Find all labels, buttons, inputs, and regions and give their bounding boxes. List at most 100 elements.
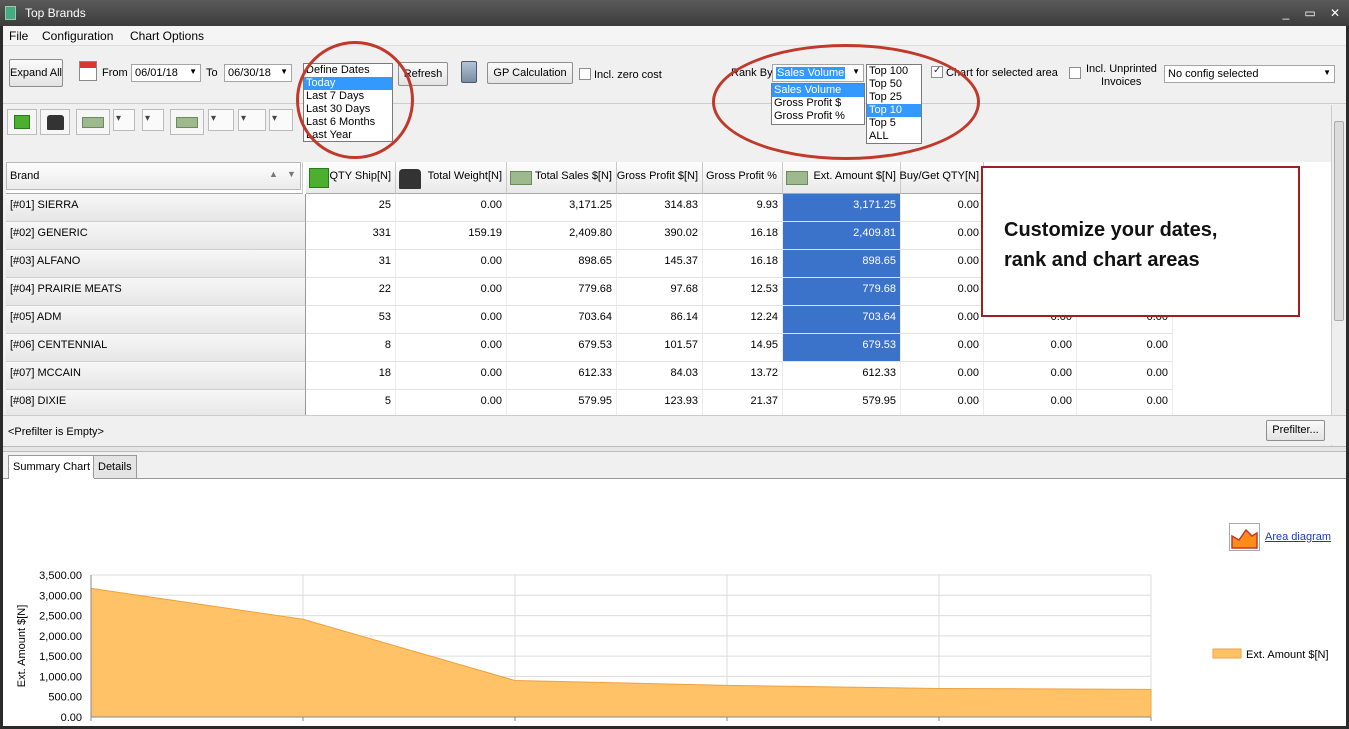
grid-filter-combo-2[interactable]: ▾ <box>142 109 164 131</box>
grid-cell[interactable]: 14.95 <box>703 334 783 362</box>
grid-cell[interactable]: 0.00 <box>396 250 507 278</box>
maximize-button[interactable]: ▭ <box>1300 5 1320 21</box>
tab-summary-chart[interactable]: Summary Chart <box>8 455 96 480</box>
grid-cell[interactable]: 8 <box>306 334 396 362</box>
grid-cell[interactable]: 0.00 <box>984 334 1077 362</box>
grid-cell[interactable]: 3,171.25 <box>783 194 901 222</box>
grid-scrollbar[interactable] <box>1331 105 1346 447</box>
grid-cell[interactable]: 779.68 <box>783 278 901 306</box>
grid-cell[interactable]: 86.14 <box>617 306 703 334</box>
grid-cell[interactable]: 9.93 <box>703 194 783 222</box>
grid-cell[interactable]: 2,409.80 <box>507 222 617 250</box>
grid-cell[interactable]: 779.68 <box>507 278 617 306</box>
expand-all-button[interactable]: Expand All <box>9 59 63 87</box>
sort-asc-icon[interactable]: ▲ <box>269 169 278 179</box>
minimize-button[interactable]: _ <box>1276 5 1296 21</box>
grid-cell[interactable]: 0.00 <box>396 194 507 222</box>
ext-header[interactable]: Ext. Amount $[N] <box>783 162 901 194</box>
incl-zero-cost-checkbox[interactable] <box>579 68 591 80</box>
incl-unprinted-checkbox[interactable] <box>1069 67 1081 79</box>
row-header[interactable]: [#07] MCCAIN <box>6 362 306 390</box>
weight-header[interactable]: Total Weight[N] <box>396 162 507 194</box>
grid-cell[interactable]: 123.93 <box>617 390 703 418</box>
grid-cell[interactable]: 12.24 <box>703 306 783 334</box>
grid-filter-combo-1[interactable]: ▾ <box>113 109 135 131</box>
grid-cell[interactable]: 703.64 <box>507 306 617 334</box>
tab-details[interactable]: Details <box>93 455 137 478</box>
grid-cell[interactable]: 0.00 <box>984 390 1077 418</box>
grid-cell[interactable]: 679.53 <box>783 334 901 362</box>
grid-cell[interactable]: 0.00 <box>901 334 984 362</box>
grid-cell[interactable]: 84.03 <box>617 362 703 390</box>
row-header[interactable]: [#01] SIERRA <box>6 194 306 222</box>
grid-cell[interactable]: 18 <box>306 362 396 390</box>
grid-cell[interactable]: 13.72 <box>703 362 783 390</box>
grid-cell[interactable]: 679.53 <box>507 334 617 362</box>
row-header[interactable]: [#02] GENERIC <box>6 222 306 250</box>
grid-cell[interactable]: 898.65 <box>507 250 617 278</box>
close-button[interactable]: ✕ <box>1325 5 1345 21</box>
grid-cell[interactable]: 579.95 <box>783 390 901 418</box>
to-date-field[interactable]: 06/30/18 ▼ <box>224 64 292 82</box>
grid-cell[interactable]: 0.00 <box>396 362 507 390</box>
sales-header[interactable]: Total Sales $[N] <box>507 162 617 194</box>
grid-cell[interactable]: 101.57 <box>617 334 703 362</box>
grid-cell[interactable]: 22 <box>306 278 396 306</box>
grid-cell[interactable]: 703.64 <box>783 306 901 334</box>
grid-cell[interactable]: 97.68 <box>617 278 703 306</box>
buyget-header[interactable]: Buy/Get QTY[N] <box>900 162 984 194</box>
grid-cell[interactable]: 579.95 <box>507 390 617 418</box>
row-header[interactable]: [#03] ALFANO <box>6 250 306 278</box>
grid-cell[interactable]: 0.00 <box>396 334 507 362</box>
grid-cell[interactable]: 0.00 <box>396 306 507 334</box>
row-header[interactable]: [#06] CENTENNIAL <box>6 334 306 362</box>
row-header[interactable]: [#04] PRAIRIE MEATS <box>6 278 306 306</box>
grid-cell[interactable]: 0.00 <box>901 222 984 250</box>
gpp-header[interactable]: Gross Profit % <box>703 162 783 194</box>
grid-cell[interactable]: 5 <box>306 390 396 418</box>
grid-cell[interactable]: 12.53 <box>703 278 783 306</box>
grid-cell[interactable]: 31 <box>306 250 396 278</box>
grid-cell[interactable]: 314.83 <box>617 194 703 222</box>
grid-cell[interactable]: 612.33 <box>783 362 901 390</box>
grid-cell[interactable]: 0.00 <box>901 278 984 306</box>
grid-cell[interactable]: 2,409.81 <box>783 222 901 250</box>
grid-cell[interactable]: 0.00 <box>901 390 984 418</box>
grid-cell[interactable]: 145.37 <box>617 250 703 278</box>
grid-cell[interactable]: 53 <box>306 306 396 334</box>
config-select[interactable]: No config selected ▼ <box>1164 65 1335 83</box>
calendar-icon[interactable] <box>79 61 97 81</box>
grid-cell[interactable]: 0.00 <box>901 306 984 334</box>
grid-cell[interactable]: 21.37 <box>703 390 783 418</box>
row-header[interactable]: [#05] ADM <box>6 306 306 334</box>
menu-file[interactable]: File <box>9 29 28 43</box>
menu-configuration[interactable]: Configuration <box>42 29 113 43</box>
grid-cell[interactable]: 159.19 <box>396 222 507 250</box>
gp-header[interactable]: Gross Profit $[N] <box>617 162 703 194</box>
weight-column-icon[interactable] <box>40 109 70 135</box>
scroll-thumb[interactable] <box>1334 121 1344 321</box>
grid-cell[interactable]: 0.00 <box>1077 362 1173 390</box>
money-column-icon-2[interactable] <box>170 109 204 135</box>
grid-cell[interactable]: 16.18 <box>703 222 783 250</box>
brand-header[interactable]: Brand ▲ ▼ <box>6 162 303 194</box>
grid-filter-combo-5[interactable]: ▾ <box>269 109 293 131</box>
grid-cell[interactable]: 0.00 <box>901 362 984 390</box>
grid-cell[interactable]: 25 <box>306 194 396 222</box>
grid-cell[interactable]: 0.00 <box>1077 390 1173 418</box>
panel-splitter[interactable] <box>3 446 1346 452</box>
grid-cell[interactable]: 0.00 <box>984 362 1077 390</box>
grid-filter-combo-3[interactable]: ▾ <box>208 109 234 131</box>
grid-filter-combo-4[interactable]: ▾ <box>238 109 266 131</box>
grid-cell[interactable]: 0.00 <box>1077 334 1173 362</box>
qty-column-icon[interactable] <box>7 109 37 135</box>
prefilter-button[interactable]: Prefilter... <box>1266 420 1325 441</box>
grid-cell[interactable]: 612.33 <box>507 362 617 390</box>
money-column-icon[interactable] <box>76 109 110 135</box>
qty-header[interactable]: QTY Ship[N] <box>306 162 396 194</box>
filter-dropdown-icon[interactable]: ▼ <box>287 169 296 179</box>
grid-cell[interactable]: 3,171.25 <box>507 194 617 222</box>
grid-cell[interactable]: 0.00 <box>396 278 507 306</box>
row-header[interactable]: [#08] DIXIE <box>6 390 306 418</box>
grid-cell[interactable]: 0.00 <box>901 250 984 278</box>
